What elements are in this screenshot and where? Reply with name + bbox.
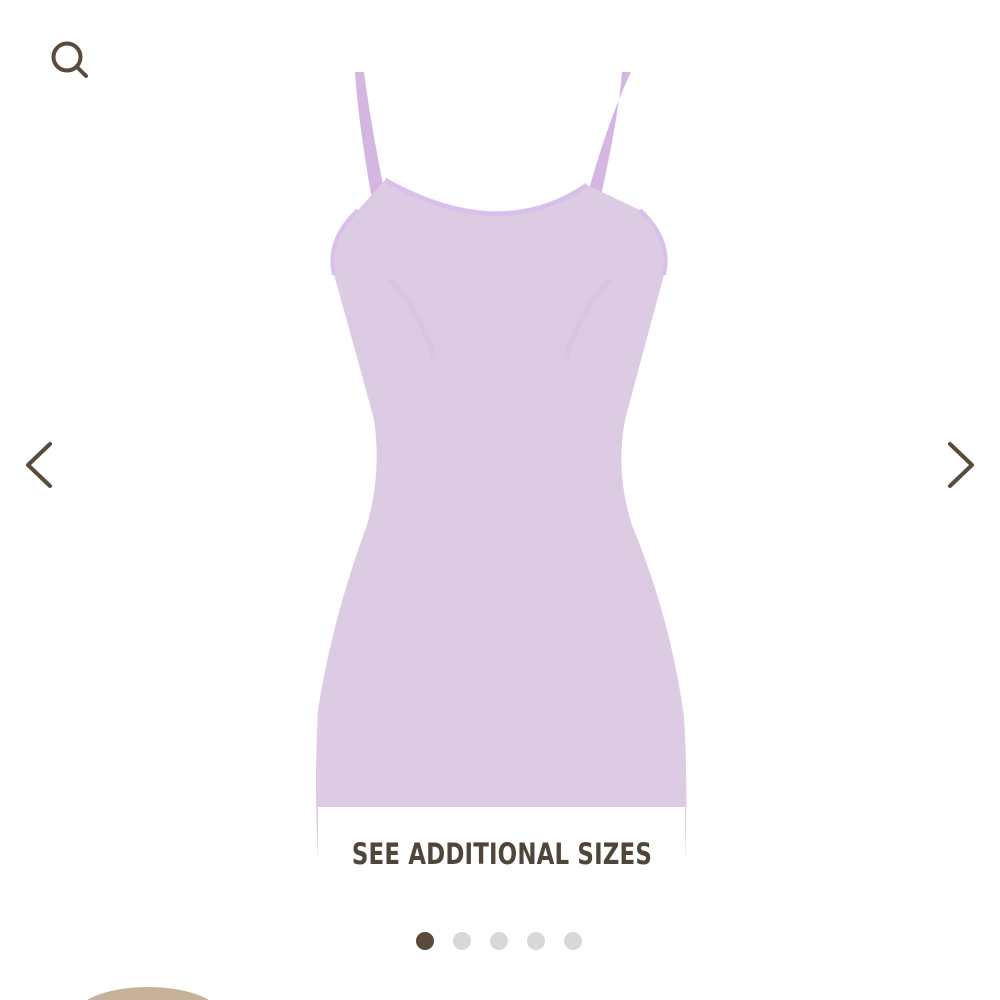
chevron-left-icon <box>26 442 52 488</box>
chevron-right-icon <box>948 442 974 488</box>
search-icon-handle <box>75 65 88 78</box>
right-strap <box>586 72 631 200</box>
search-button[interactable] <box>44 36 96 84</box>
image-pagination <box>0 930 1000 952</box>
previous-image-button[interactable] <box>14 432 66 498</box>
left-strap <box>355 72 386 200</box>
product-image <box>300 60 700 920</box>
pagination-dot-1[interactable] <box>416 932 434 950</box>
pagination-dot-4[interactable] <box>527 932 545 950</box>
see-additional-sizes-button[interactable]: SEE ADDITIONAL SIZES <box>318 820 685 888</box>
next-image-button[interactable] <box>934 432 986 498</box>
pagination-dot-2[interactable] <box>453 932 471 950</box>
dress-body <box>316 180 687 860</box>
dress-illustration <box>316 72 687 860</box>
pagination-dot-3[interactable] <box>490 932 508 950</box>
next-section-thumbnail <box>74 987 222 1000</box>
see-additional-sizes-label: SEE ADDITIONAL SIZES <box>351 837 652 871</box>
search-icon <box>51 41 88 78</box>
product-page: SEE ADDITIONAL SIZES <box>0 0 1000 1000</box>
pagination-dot-5[interactable] <box>564 932 582 950</box>
